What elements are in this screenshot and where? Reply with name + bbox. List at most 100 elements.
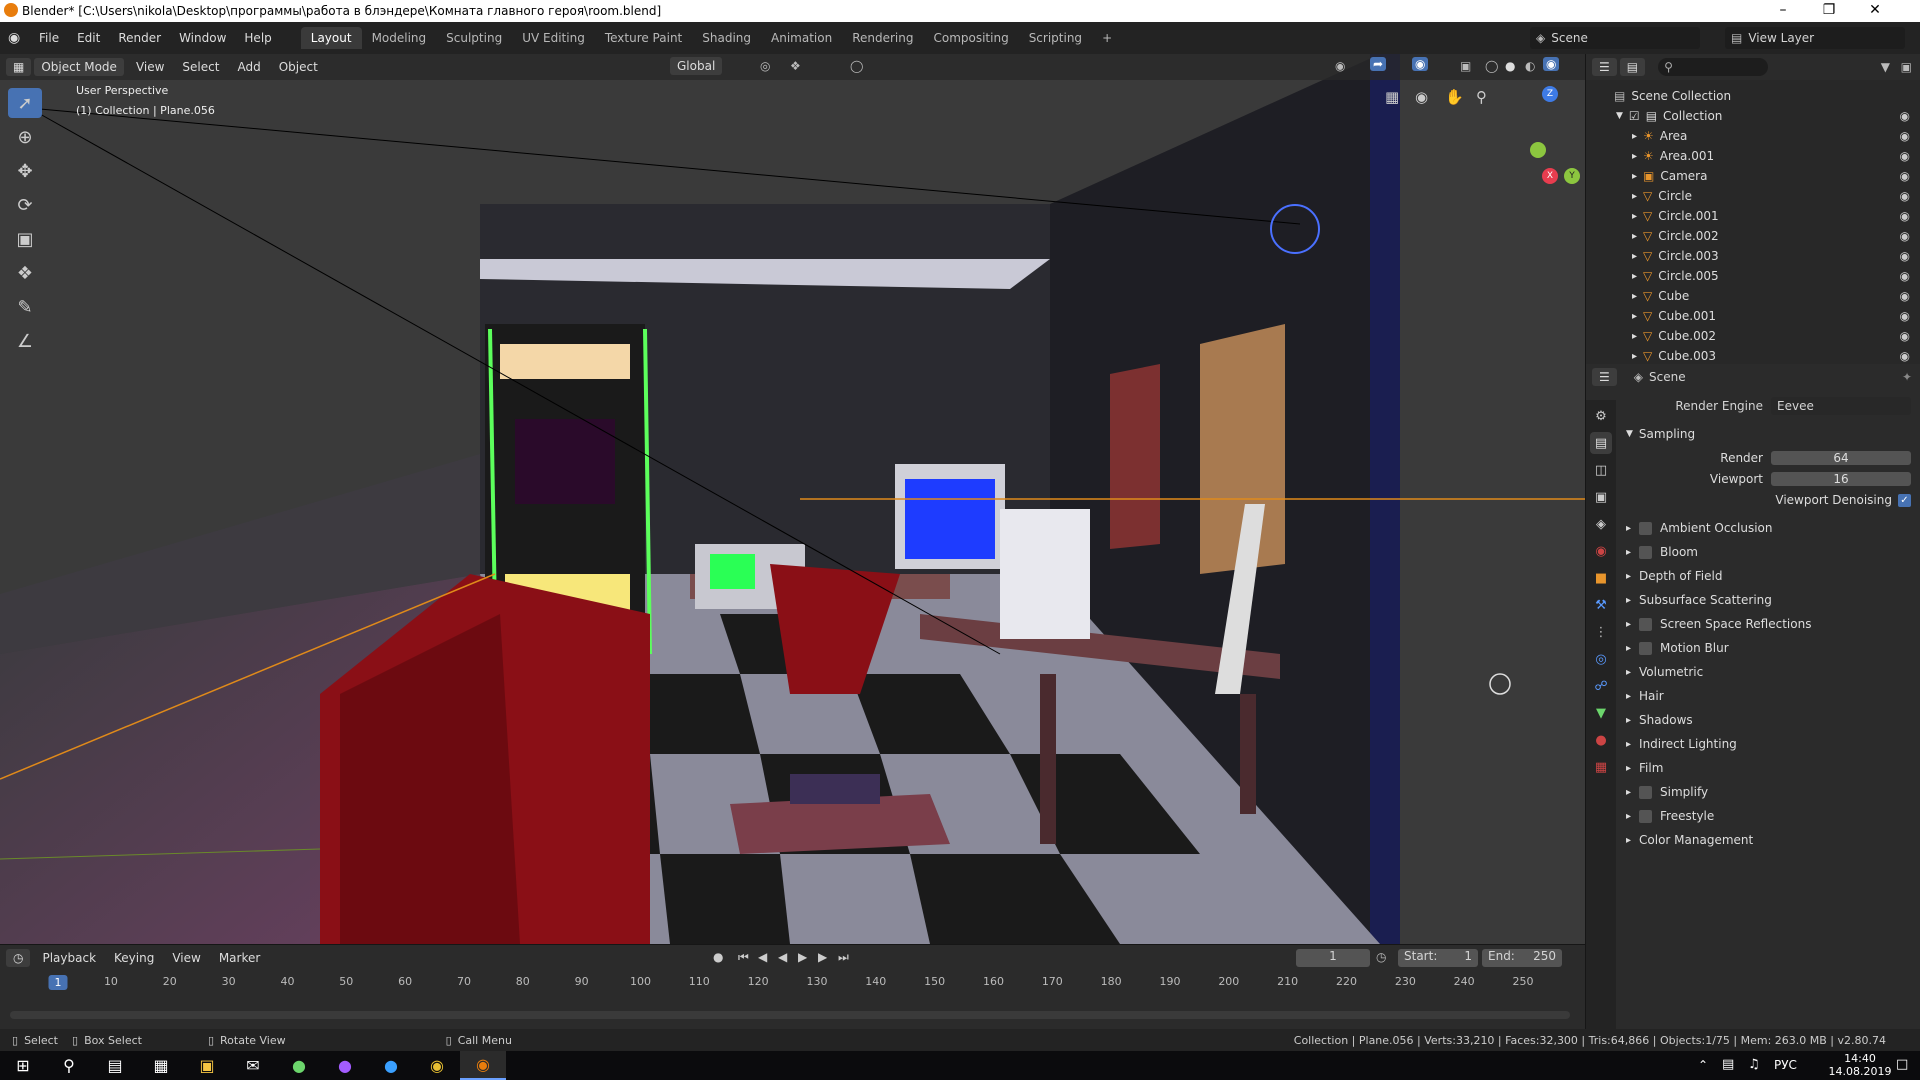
mail-icon[interactable]: ✉ — [230, 1051, 276, 1080]
panel-enable-checkbox[interactable] — [1639, 617, 1653, 631]
tab-layout[interactable]: Layout — [300, 27, 362, 49]
eye-icon[interactable]: ◉ — [1900, 109, 1910, 123]
menu-file[interactable]: File — [30, 31, 68, 45]
eye-icon[interactable]: ◉ — [1900, 309, 1910, 323]
eye-icon[interactable]: ◉ — [1900, 189, 1910, 203]
record-icon[interactable]: ● — [713, 950, 723, 964]
pivot-icon[interactable]: ◎ — [760, 59, 770, 73]
timeline-menu-view[interactable]: View — [163, 951, 209, 965]
view-layer-selector[interactable]: ▤ View Layer — [1725, 27, 1905, 49]
outliner-row[interactable]: ▸ ☀ Area ◉ — [1586, 126, 1920, 146]
expand-collection-icon[interactable]: ▼ — [1616, 111, 1623, 121]
menu-window[interactable]: Window — [170, 31, 235, 45]
minimize-icon[interactable]: – — [1760, 0, 1806, 22]
add-workspace-button[interactable]: + — [1092, 27, 1122, 49]
panel-enable-checkbox[interactable] — [1639, 545, 1653, 559]
render-tab-icon[interactable]: ▤ — [1590, 432, 1612, 454]
display-mode-icon[interactable]: ▤ — [1619, 58, 1646, 76]
viewport-menu-view[interactable]: View — [127, 60, 173, 74]
property-panel-header[interactable]: ▸ Freestyle — [1616, 804, 1920, 828]
volume-icon[interactable]: ♫ — [1748, 1057, 1760, 1072]
particles-tab-icon[interactable]: ⋮ — [1590, 621, 1612, 643]
pan-hand-icon[interactable]: ✋ — [1445, 88, 1464, 106]
tab-uv-editing[interactable]: UV Editing — [512, 27, 595, 49]
3d-viewport[interactable]: ▦ Object Mode View Select Add Object Glo… — [0, 54, 1585, 944]
expand-icon[interactable]: ▸ — [1632, 191, 1637, 202]
tab-modeling[interactable]: Modeling — [362, 27, 437, 49]
expand-icon[interactable]: ▸ — [1632, 151, 1637, 162]
podcast-app-icon[interactable]: ● — [322, 1051, 368, 1080]
material-tab-icon[interactable]: ● — [1590, 729, 1612, 751]
world-tab-icon[interactable]: ◉ — [1590, 540, 1612, 562]
eye-icon[interactable]: ◉ — [1900, 289, 1910, 303]
filter-icon[interactable]: ▼ — [1881, 60, 1890, 74]
physics-tab-icon[interactable]: ◎ — [1590, 648, 1612, 670]
camera-view-icon[interactable]: ◉ — [1415, 88, 1428, 106]
expand-icon[interactable]: ▸ — [1632, 211, 1637, 222]
eye-icon[interactable]: ◉ — [1900, 209, 1910, 223]
frame-ruler[interactable]: 1 10 20 30 40 50 60 70 80 90 100 110 120 130 140 150 160… — [0, 975, 1585, 993]
current-frame-field[interactable]: 1 — [1296, 949, 1370, 967]
property-panel-header[interactable]: ▸ Screen Space Reflections — [1616, 612, 1920, 636]
scale-tool-icon[interactable]: ▣ — [8, 224, 42, 254]
eye-icon[interactable]: ◉ — [1900, 269, 1910, 283]
language-indicator[interactable]: РУС — [1774, 1058, 1797, 1072]
gizmo-toggle-icon[interactable]: ➦ — [1370, 57, 1387, 71]
outliner-row[interactable]: ▸ ▽ Circle.003 ◉ — [1586, 246, 1920, 266]
jump-keyframe-back-icon[interactable]: ◀ — [758, 950, 767, 964]
sampling-panel-header[interactable]: ▼ Sampling — [1616, 422, 1920, 446]
expand-icon[interactable]: ▸ — [1632, 331, 1637, 342]
property-panel-header[interactable]: ▸ Color Management — [1616, 828, 1920, 852]
play-reverse-icon[interactable]: ◀ — [778, 950, 787, 964]
outliner-row[interactable]: ▸ ▣ Camera ◉ — [1586, 166, 1920, 186]
texture-tab-icon[interactable]: ▦ — [1590, 756, 1612, 778]
jump-keyframe-forward-icon[interactable]: ▶ — [818, 950, 827, 964]
file-explorer-icon[interactable]: ▣ — [184, 1051, 230, 1080]
expand-icon[interactable]: ▸ — [1632, 231, 1637, 242]
expand-icon[interactable]: ▸ — [1632, 131, 1637, 142]
windows-start-icon[interactable]: ⊞ — [0, 1051, 46, 1080]
viewport-denoising-checkbox[interactable]: ✓ — [1898, 493, 1911, 507]
property-panel-header[interactable]: ▸ Motion Blur — [1616, 636, 1920, 660]
tab-scripting[interactable]: Scripting — [1019, 27, 1092, 49]
menu-help[interactable]: Help — [235, 31, 280, 45]
menu-edit[interactable]: Edit — [68, 31, 109, 45]
expand-icon[interactable]: ▸ — [1632, 351, 1637, 362]
property-panel-header[interactable]: ▸ Bloom — [1616, 540, 1920, 564]
solid-shading-icon[interactable]: ● — [1505, 59, 1515, 73]
object-tab-icon[interactable]: ■ — [1590, 567, 1612, 589]
network-icon[interactable]: ▤ — [1722, 1057, 1734, 1072]
gizmo-z-icon[interactable]: Z — [1542, 86, 1558, 102]
proportional-edit-icon[interactable]: ◯ — [850, 59, 863, 73]
eye-icon[interactable]: ◉ — [1900, 329, 1910, 343]
tray-chevron-icon[interactable]: ⌃ — [1698, 1058, 1708, 1072]
tab-rendering[interactable]: Rendering — [842, 27, 923, 49]
property-panel-header[interactable]: ▸ Hair — [1616, 684, 1920, 708]
expand-icon[interactable]: ▸ — [1632, 271, 1637, 282]
viewport-menu-select[interactable]: Select — [173, 60, 228, 74]
store-icon[interactable]: ▦ — [138, 1051, 184, 1080]
outliner-row[interactable]: ▸ ☀ Area.001 ◉ — [1586, 146, 1920, 166]
new-collection-icon[interactable]: ▣ — [1901, 60, 1912, 74]
notifications-icon[interactable]: □ — [1896, 1057, 1908, 1072]
output-tab-icon[interactable]: ◫ — [1590, 459, 1612, 481]
gizmo-y-icon[interactable] — [1530, 142, 1546, 158]
pin-icon[interactable]: ✦ — [1902, 370, 1912, 384]
overlay-toggle-icon[interactable]: ◉ — [1412, 57, 1429, 71]
property-panel-header[interactable]: ▸ Simplify — [1616, 780, 1920, 804]
utorrent-icon[interactable]: ● — [276, 1051, 322, 1080]
visibility-icon[interactable]: ◉ — [1335, 59, 1345, 73]
panel-enable-checkbox[interactable] — [1639, 785, 1653, 799]
rendered-shading-icon[interactable]: ◉ — [1543, 57, 1560, 71]
tab-texture-paint[interactable]: Texture Paint — [595, 27, 692, 49]
property-panel-header[interactable]: ▸ Shadows — [1616, 708, 1920, 732]
panel-enable-checkbox[interactable] — [1639, 809, 1653, 823]
collection-checkbox[interactable]: ☑ — [1629, 109, 1640, 123]
outliner-row[interactable]: ▸ ▽ Cube.001 ◉ — [1586, 306, 1920, 326]
maximize-icon[interactable]: ❐ — [1806, 0, 1852, 22]
timeline-menu-keying[interactable]: Keying — [105, 951, 163, 965]
end-frame-field[interactable]: End: 250 — [1482, 949, 1562, 967]
data-tab-icon[interactable]: ▼ — [1590, 702, 1612, 724]
eye-icon[interactable]: ◉ — [1900, 149, 1910, 163]
task-view-icon[interactable]: ▤ — [92, 1051, 138, 1080]
